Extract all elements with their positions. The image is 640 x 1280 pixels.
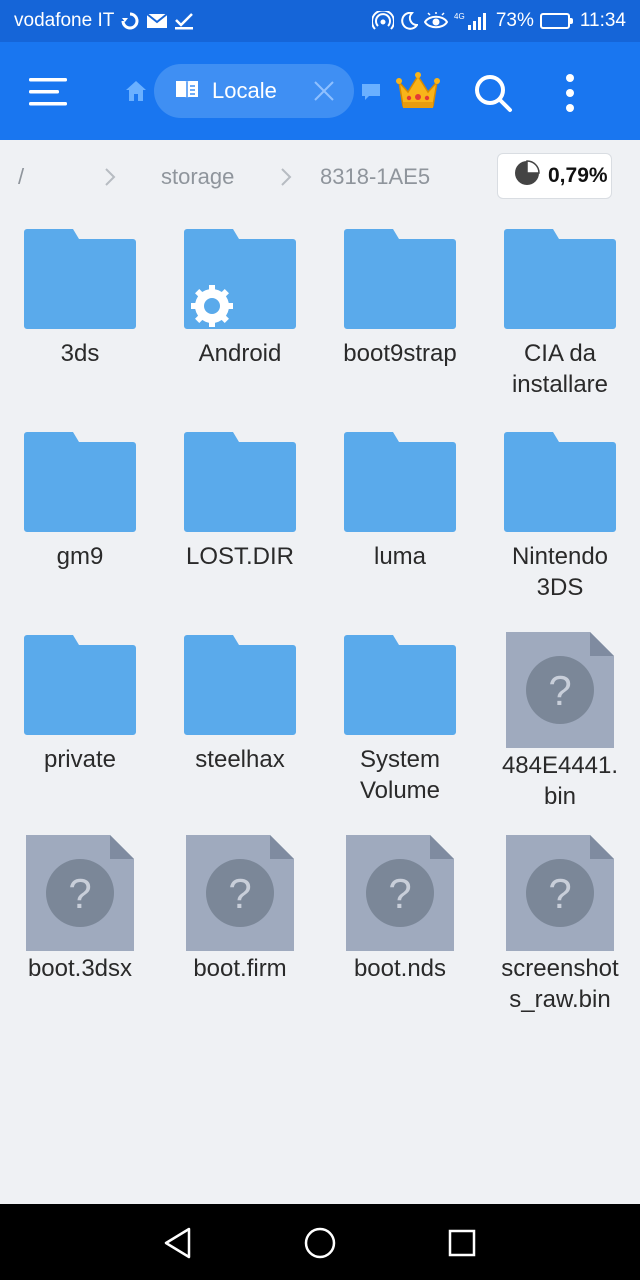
- gear-icon: [191, 285, 233, 327]
- folder-item[interactable]: luma: [320, 417, 480, 617]
- battery-percent: 73%: [495, 10, 534, 31]
- folder-icon: [24, 229, 136, 329]
- svg-text:?: ?: [548, 870, 571, 917]
- item-name: steelhax: [195, 746, 285, 773]
- home-circle-icon[interactable]: [303, 1226, 337, 1260]
- unknown-file-icon: ?: [346, 835, 454, 951]
- hotspot-icon: [371, 11, 394, 31]
- folder-item[interactable]: System Volume: [320, 620, 480, 820]
- item-name: boot.firm: [193, 955, 287, 982]
- menu-icon[interactable]: [26, 72, 72, 112]
- home-icon[interactable]: [123, 78, 149, 104]
- folder-icon: [504, 432, 616, 532]
- item-name: gm9: [56, 543, 104, 570]
- item-name: private: [43, 746, 117, 773]
- item-name: LOST.DIR: [185, 543, 295, 570]
- navigation-bar: [0, 1204, 640, 1280]
- folder-item[interactable]: gm9: [0, 417, 160, 617]
- unknown-file-icon: ?: [506, 632, 614, 748]
- tab-icon: [174, 78, 200, 105]
- item-name: 484E4441. bin: [501, 752, 619, 810]
- folder-item[interactable]: boot9strap: [320, 214, 480, 414]
- folder-icon: [344, 635, 456, 735]
- breadcrumb: / storage 8318-1AE5 0,79%: [0, 140, 640, 214]
- folder-icon: [344, 432, 456, 532]
- breadcrumb-root[interactable]: /: [18, 164, 24, 190]
- item-name: boot.nds: [353, 955, 447, 982]
- item-name: boot.3dsx: [27, 955, 133, 982]
- folder-item[interactable]: steelhax: [160, 620, 320, 820]
- folder-icon: [504, 229, 616, 329]
- breadcrumb-storage[interactable]: storage: [161, 164, 234, 190]
- item-name: CIA da installare: [511, 340, 609, 398]
- search-icon[interactable]: [470, 70, 516, 116]
- svg-text:?: ?: [548, 667, 571, 714]
- folder-icon: [184, 635, 296, 735]
- item-name: boot9strap: [343, 340, 457, 367]
- storage-usage-button[interactable]: 0,79%: [497, 153, 612, 199]
- item-name: screenshot s_raw.bin: [501, 955, 619, 1013]
- pie-chart-icon: [514, 160, 540, 192]
- data-saver-icon: [120, 12, 140, 30]
- unknown-file-icon: ?: [26, 835, 134, 951]
- folder-item[interactable]: LOST.DIR: [160, 417, 320, 617]
- folder-item[interactable]: Nintendo 3DS: [480, 417, 640, 617]
- tab-locale[interactable]: Locale: [154, 64, 354, 118]
- tab-icon[interactable]: [361, 83, 381, 101]
- storage-usage-value: 0,79%: [548, 164, 608, 187]
- app-bar: Locale: [0, 42, 640, 140]
- back-icon[interactable]: [161, 1226, 195, 1260]
- network-type: 4G: [454, 12, 465, 21]
- svg-text:?: ?: [228, 870, 251, 917]
- svg-text:?: ?: [388, 870, 411, 917]
- folder-icon: [24, 635, 136, 735]
- check-icon: [174, 12, 194, 30]
- battery-icon: [539, 13, 573, 29]
- folder-icon: [344, 229, 456, 329]
- recents-icon[interactable]: [445, 1226, 479, 1260]
- signal-icon: 4G: [454, 11, 490, 31]
- chevron-right-icon: [104, 167, 116, 187]
- file-item[interactable]: ? boot.firm: [160, 823, 320, 1023]
- chevron-right-icon: [280, 167, 292, 187]
- file-item[interactable]: ? boot.3dsx: [0, 823, 160, 1023]
- folder-icon: [24, 432, 136, 532]
- unknown-file-icon: ?: [506, 835, 614, 951]
- file-item[interactable]: ? screenshot s_raw.bin: [480, 823, 640, 1023]
- folder-item[interactable]: 3ds: [0, 214, 160, 414]
- file-item[interactable]: ? boot.nds: [320, 823, 480, 1023]
- folder-item[interactable]: Android: [160, 214, 320, 414]
- crown-icon[interactable]: [394, 68, 442, 112]
- clock: 11:34: [579, 10, 626, 31]
- item-name: Nintendo 3DS: [511, 543, 609, 601]
- item-name: Android: [198, 340, 282, 367]
- carrier-name: vodafone IT: [14, 10, 115, 31]
- eye-icon: [423, 12, 448, 30]
- item-name: 3ds: [60, 340, 100, 367]
- item-name: System Volume: [359, 746, 441, 804]
- folder-icon: [184, 432, 296, 532]
- folder-item[interactable]: private: [0, 620, 160, 820]
- folder-icon: [184, 229, 296, 329]
- breadcrumb-volume[interactable]: 8318-1AE5: [320, 164, 430, 190]
- svg-text:?: ?: [68, 870, 91, 917]
- close-icon[interactable]: [312, 79, 336, 103]
- more-vert-icon[interactable]: [552, 70, 588, 116]
- tab-label: Locale: [212, 78, 277, 103]
- folder-item[interactable]: CIA da installare: [480, 214, 640, 414]
- status-bar: vodafone IT 4G 73% 11:34: [0, 0, 640, 42]
- mail-icon: [146, 13, 168, 29]
- item-name: luma: [373, 543, 427, 570]
- moon-icon: [400, 12, 418, 30]
- file-item[interactable]: ? 484E4441. bin: [480, 620, 640, 820]
- unknown-file-icon: ?: [186, 835, 294, 951]
